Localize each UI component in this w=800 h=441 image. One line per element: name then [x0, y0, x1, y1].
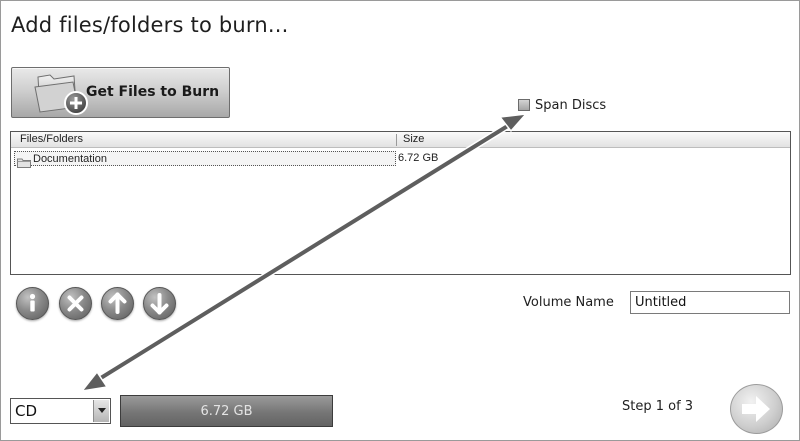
arrow-right-icon	[742, 396, 770, 422]
burn-wizard-window: Add files/folders to burn... Get Files t…	[0, 0, 800, 441]
list-header: Files/Folders Size	[11, 132, 790, 148]
move-down-button[interactable]	[143, 287, 176, 320]
move-up-button[interactable]	[101, 287, 134, 320]
remove-icon	[67, 295, 84, 312]
arrow-up-icon	[108, 292, 127, 314]
file-list[interactable]: Files/Folders Size Documentation 6.72 GB	[10, 131, 791, 275]
row-file-size: 6.72 GB	[398, 152, 439, 164]
next-button[interactable]	[730, 384, 783, 434]
checkbox-box[interactable]	[518, 99, 530, 111]
column-header-files[interactable]: Files/Folders	[20, 133, 83, 145]
get-files-button[interactable]: Get Files to Burn	[11, 67, 230, 118]
row-file-name: Documentation	[33, 152, 107, 165]
column-header-size[interactable]: Size	[403, 133, 424, 145]
volume-name-label: Volume Name	[523, 295, 614, 310]
disc-type-value: CD	[15, 402, 38, 420]
span-discs-checkbox[interactable]: Span Discs	[518, 97, 606, 113]
remove-button[interactable]	[59, 287, 92, 320]
column-divider[interactable]	[396, 134, 397, 146]
step-indicator: Step 1 of 3	[622, 399, 694, 414]
folder-icon	[17, 153, 31, 168]
chevron-down-icon	[98, 408, 106, 413]
disc-type-select[interactable]: CD	[10, 398, 111, 424]
folder-add-icon	[32, 71, 92, 117]
volume-name-input[interactable]	[630, 291, 790, 314]
dropdown-button[interactable]	[93, 400, 109, 422]
arrow-down-icon	[150, 293, 169, 315]
capacity-bar: 6.72 GB	[120, 395, 333, 427]
span-discs-label: Span Discs	[535, 97, 607, 113]
table-row[interactable]: Documentation	[14, 151, 396, 168]
capacity-text: 6.72 GB	[200, 404, 253, 419]
get-files-label: Get Files to Burn	[86, 84, 220, 100]
page-title: Add files/folders to burn...	[11, 13, 289, 37]
info-button[interactable]	[16, 287, 49, 320]
info-icon	[29, 293, 36, 312]
